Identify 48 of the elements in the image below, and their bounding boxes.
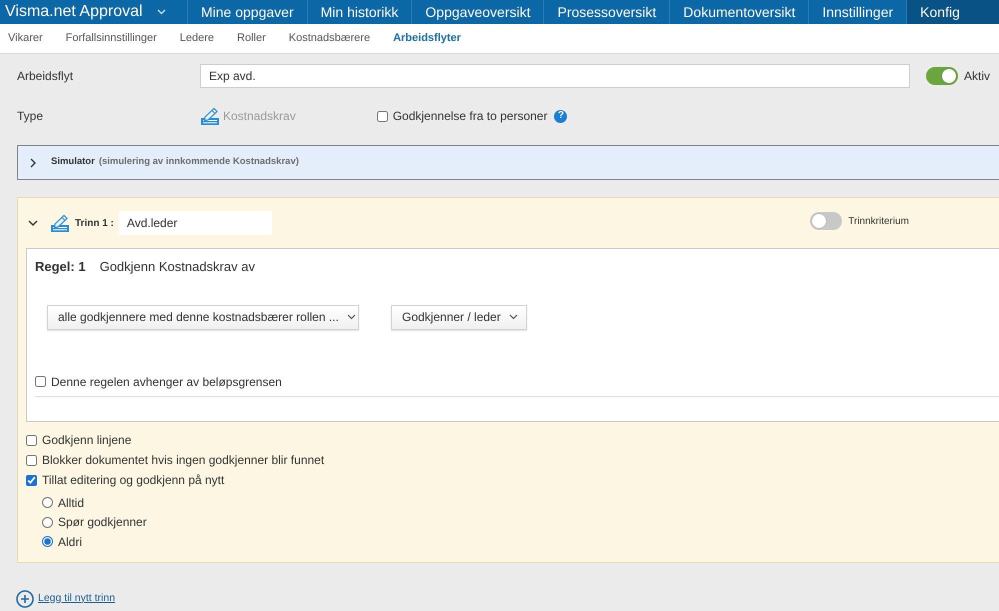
step-label: Trinn 1 : — [75, 216, 114, 230]
type-value: Kostnadskrav — [223, 108, 296, 125]
subnav-tab[interactable]: Roller — [237, 30, 266, 47]
checkbox[interactable] — [26, 474, 37, 486]
radio-button[interactable] — [42, 497, 53, 508]
workflow-name-field[interactable]: Exp avd. — [200, 64, 910, 88]
subnav-tab[interactable]: Ledere — [180, 30, 214, 47]
rule-label: Regel: 1 — [35, 258, 86, 276]
checkbox[interactable] — [376, 110, 388, 122]
plus-circle-icon — [16, 590, 34, 608]
caret-icon — [346, 314, 356, 320]
radio-button[interactable] — [42, 516, 53, 528]
pen-tray-icon — [50, 214, 70, 232]
simulator-panel[interactable]: Simulator (simulering av innkommende Kostnadskrav) — [17, 145, 999, 180]
checkbox[interactable] — [26, 434, 37, 446]
subnav-tab[interactable]: Arbeidsflyter — [393, 30, 461, 47]
step-name-field[interactable]: Avd.leder — [118, 211, 272, 235]
rule-text: Godkjenn Kostnadskrav av — [100, 258, 255, 276]
help-icon[interactable]: ? — [554, 110, 568, 122]
panel-title: Simulator — [51, 155, 95, 170]
checkbox-label: Denne regelen avhenger av beløpsgrensen — [51, 374, 282, 390]
nav-tab[interactable]: Konfig — [907, 0, 999, 24]
toggle-label: Trinnkriterium — [848, 214, 909, 228]
toggle-label: Aktiv — [964, 68, 990, 85]
toggle-switch[interactable] — [926, 67, 958, 85]
radio-button[interactable] — [42, 536, 53, 548]
caret-icon — [508, 314, 518, 320]
subnav-tab[interactable]: Vikarer — [8, 30, 43, 47]
dropdown-button[interactable]: alle godkjennere med denne kostnadsbærer rollen ... — [47, 304, 359, 330]
checkbox-label: Blokker dokumentet hvis ingen godkjenner blir funnet — [42, 452, 324, 469]
caret-icon — [156, 9, 166, 15]
checkbox[interactable] — [35, 376, 46, 387]
pen-tray-icon — [200, 106, 220, 126]
subnav-tab[interactable]: Kostnadsbærere — [288, 30, 370, 47]
checkbox-label: Tillat editering og godkjenn på nytt — [42, 472, 224, 489]
field-label: Arbeidsflyt — [17, 68, 74, 85]
add-step-link[interactable]: Legg til nytt trinn — [38, 590, 116, 606]
panel-subtitle: (simulering av innkommende Kostnadskrav) — [98, 155, 299, 170]
field-label: Type — [17, 108, 44, 125]
radio-label: Alltid — [58, 494, 84, 512]
radio-label: Aldri — [58, 534, 82, 551]
checkbox[interactable] — [26, 454, 37, 466]
checkbox-label: Godkjennelse fra to personer — [392, 108, 548, 125]
toggle-switch[interactable] — [810, 212, 842, 230]
radio-label: Spør godkjenner — [58, 514, 147, 532]
dropdown-button[interactable]: Godkjenner / leder — [391, 304, 527, 330]
subnav-tab[interactable]: Forfallsinnstillinger — [66, 30, 157, 47]
checkbox-label: Godkjenn linjene — [42, 432, 132, 449]
